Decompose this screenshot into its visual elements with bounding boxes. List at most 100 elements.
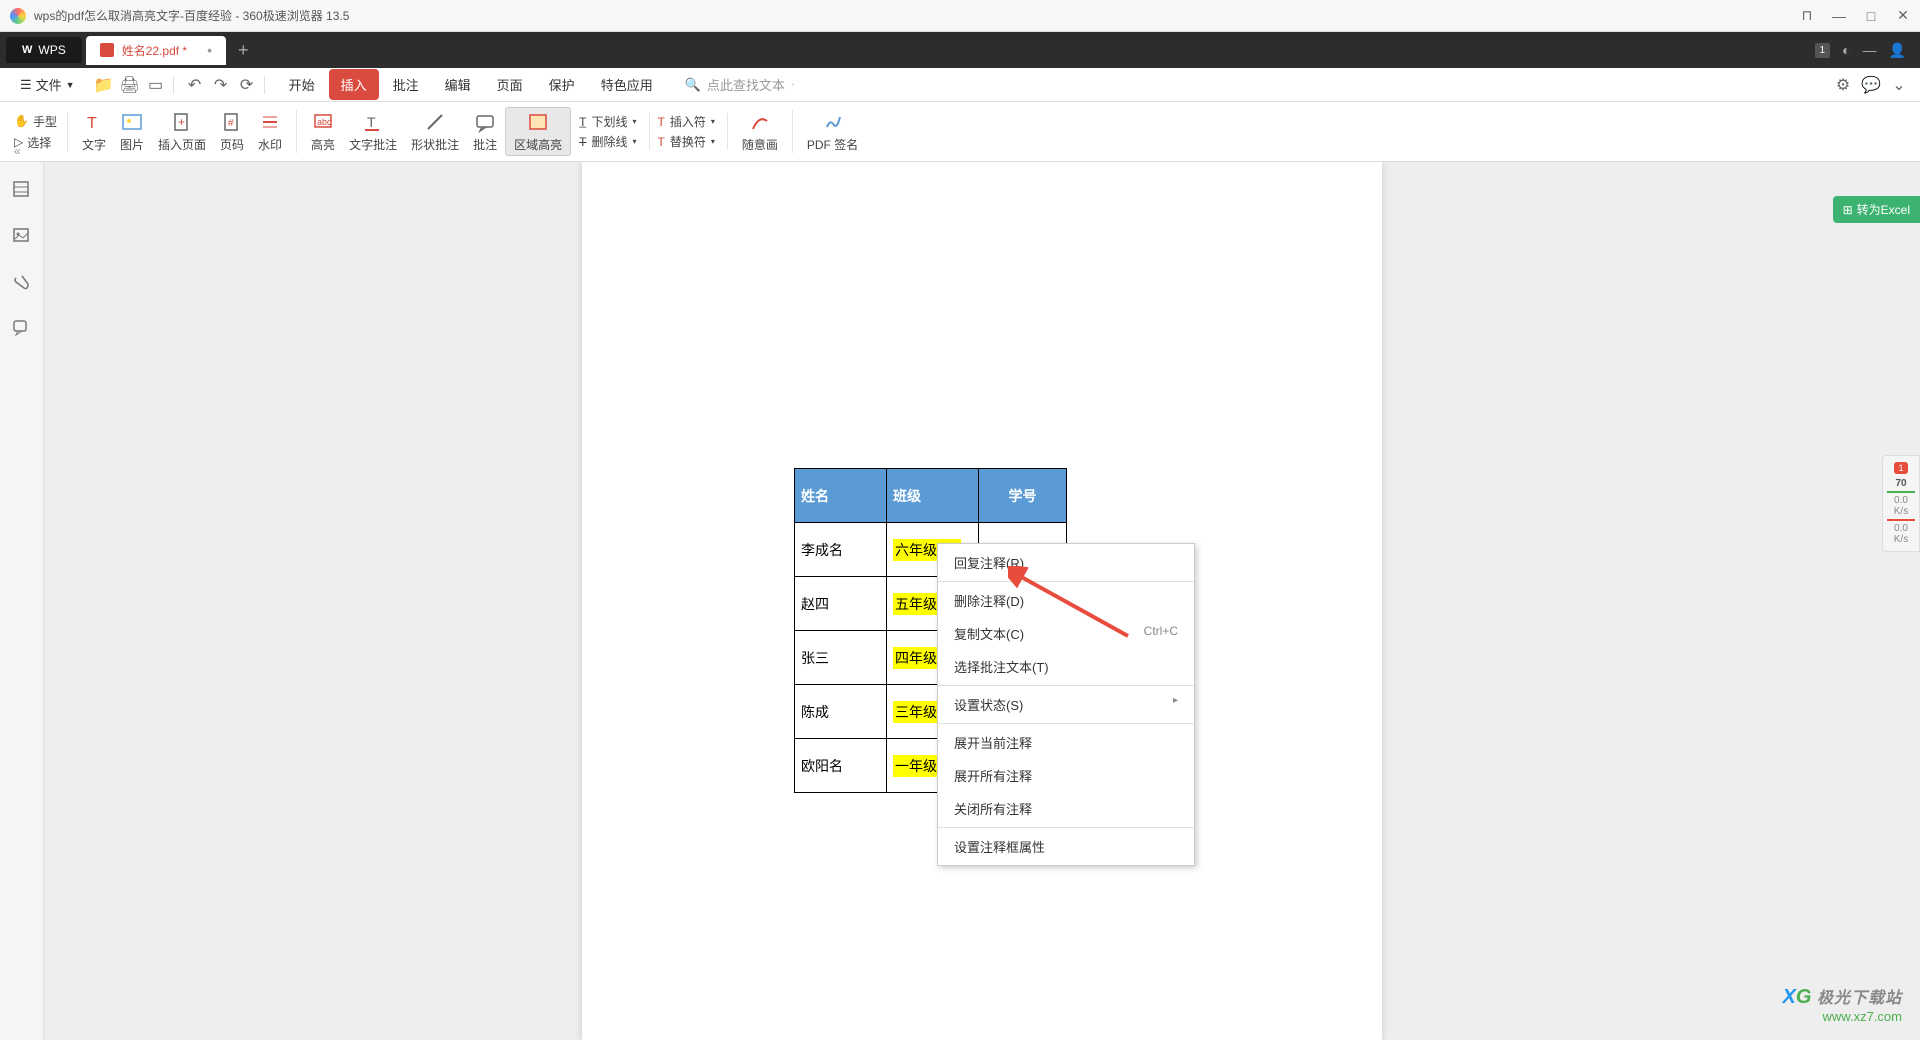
convert-to-excel-button[interactable]: ⊞ 转为Excel bbox=[1833, 196, 1920, 223]
ribbon-page-num[interactable]: # 页码 bbox=[214, 110, 250, 153]
ctx-select-text[interactable]: 选择批注文本(T) bbox=[938, 650, 1194, 683]
page-num-icon: # bbox=[220, 110, 244, 134]
more-icon[interactable]: ⌄ bbox=[1890, 76, 1908, 94]
document-canvas[interactable]: 姓名 班级 学号 李成名 六年级1班 28405563 赵四 五年级3 张三 四… bbox=[44, 162, 1920, 1040]
ribbon-line-tools: T̲下划线▾ T删除线▾ bbox=[579, 113, 649, 150]
wps-tabbar: W WPS 姓名22.pdf * • + 1 ◐ — 👤 bbox=[0, 32, 1920, 68]
excel-icon: ⊞ bbox=[1843, 203, 1853, 217]
wps-menubar: ☰文件▼ 📁 🖨 ▭ ↶ ↷ ⟳ 开始 插入 批注 编辑 页面 保护 特色应用 … bbox=[0, 68, 1920, 102]
header-name: 姓名 bbox=[795, 469, 887, 523]
ribbon-text-annot[interactable]: T 文字批注 bbox=[343, 110, 403, 153]
strikethrough-tool[interactable]: T删除线▾ bbox=[579, 133, 636, 150]
tab-close-icon[interactable]: • bbox=[207, 42, 212, 58]
pdf-sign-icon bbox=[821, 110, 845, 134]
ctx-separator bbox=[938, 685, 1194, 686]
browser-maximize-icon[interactable]: □ bbox=[1864, 9, 1878, 23]
wps-home-tab[interactable]: W WPS bbox=[6, 37, 82, 63]
ribbon-text[interactable]: T 文字 bbox=[76, 110, 112, 153]
svg-text:#: # bbox=[228, 118, 234, 129]
replace-char-tool[interactable]: T替换符▾ bbox=[658, 133, 715, 150]
speed-badge: 1 bbox=[1894, 462, 1907, 474]
wps-tabbar-right: 1 ◐ — 👤 bbox=[1815, 42, 1920, 59]
settings-icon[interactable]: ⚙ bbox=[1834, 76, 1852, 94]
header-id: 学号 bbox=[979, 469, 1067, 523]
browser-close-icon[interactable]: ✕ bbox=[1896, 9, 1910, 23]
annotations-panel-icon[interactable] bbox=[12, 318, 32, 338]
highlight-icon: abc bbox=[311, 110, 335, 134]
ribbon-annot[interactable]: 批注 bbox=[467, 110, 503, 153]
tab-protect[interactable]: 保护 bbox=[537, 69, 587, 100]
ctx-set-status[interactable]: 设置状态(S)▸ bbox=[938, 688, 1194, 721]
ctx-separator bbox=[938, 827, 1194, 828]
ctx-expand-current[interactable]: 展开当前注释 bbox=[938, 726, 1194, 759]
watermark-url: www.xz7.com bbox=[1783, 1009, 1902, 1024]
area-highlight-icon bbox=[526, 110, 550, 134]
ribbon-pdf-sign[interactable]: PDF 签名 bbox=[801, 110, 864, 153]
insert-char-tool[interactable]: T插入符▾ bbox=[658, 113, 715, 130]
undo-icon[interactable]: ↶ bbox=[186, 76, 204, 94]
attachments-icon[interactable] bbox=[12, 272, 32, 292]
tab-annotation[interactable]: 批注 bbox=[381, 69, 431, 100]
watermark-logo: XG 极光下载站 bbox=[1783, 984, 1902, 1009]
thumbnails-icon[interactable] bbox=[12, 180, 32, 200]
browser-pin-icon[interactable]: ⊓ bbox=[1800, 9, 1814, 23]
text-icon: T bbox=[82, 110, 106, 134]
sidebar-collapse-icon[interactable]: « bbox=[14, 144, 21, 158]
underline-tool[interactable]: T̲下划线▾ bbox=[579, 113, 636, 130]
ctx-expand-all[interactable]: 展开所有注释 bbox=[938, 759, 1194, 792]
annot-icon bbox=[473, 110, 497, 134]
search-placeholder: 点此查找文本 bbox=[707, 75, 785, 94]
notification-badge[interactable]: 1 bbox=[1815, 43, 1831, 58]
quick-access-toolbar: 📁 🖨 ▭ bbox=[87, 76, 174, 94]
minimize-app-icon[interactable]: — bbox=[1863, 42, 1877, 58]
ctx-close-all[interactable]: 关闭所有注释 bbox=[938, 792, 1194, 825]
ribbon-watermark[interactable]: 水印 bbox=[252, 110, 297, 153]
save-icon[interactable]: 🖨 bbox=[121, 76, 139, 94]
chat-icon[interactable]: 💬 bbox=[1862, 76, 1880, 94]
bookmarks-icon[interactable] bbox=[12, 226, 32, 246]
tab-page[interactable]: 页面 bbox=[485, 69, 535, 100]
pdf-file-icon bbox=[100, 43, 114, 57]
ctx-delete[interactable]: 删除注释(D) bbox=[938, 584, 1194, 617]
browser-minimize-icon[interactable]: — bbox=[1832, 9, 1846, 23]
ribbon-freehand[interactable]: 随意画 bbox=[736, 110, 793, 153]
pdf-page: 姓名 班级 学号 李成名 六年级1班 28405563 赵四 五年级3 张三 四… bbox=[582, 162, 1382, 1040]
network-speed-widget[interactable]: 1 70 0.0 K/s 0.0 K/s bbox=[1882, 455, 1920, 552]
tab-edit[interactable]: 编辑 bbox=[433, 69, 483, 100]
redo-icon[interactable]: ↷ bbox=[212, 76, 230, 94]
file-menu[interactable]: ☰文件▼ bbox=[12, 71, 83, 98]
ctx-reply[interactable]: 回复注释(R) bbox=[938, 546, 1194, 579]
context-menu: 回复注释(R) 删除注释(D) 复制文本(C)Ctrl+C 选择批注文本(T) … bbox=[937, 543, 1195, 866]
ribbon-shape-annot[interactable]: 形状批注 bbox=[405, 110, 465, 153]
tab-special[interactable]: 特色应用 bbox=[589, 69, 665, 100]
svg-text:T: T bbox=[87, 115, 97, 132]
wps-document-tab[interactable]: 姓名22.pdf * • bbox=[86, 36, 226, 65]
refresh-icon[interactable]: ⟳ bbox=[238, 76, 256, 94]
print-icon[interactable]: ▭ bbox=[147, 76, 165, 94]
ribbon-highlight[interactable]: abc 高亮 bbox=[305, 110, 341, 153]
ribbon-image[interactable]: 图片 bbox=[114, 110, 150, 153]
hand-tool[interactable]: ✋手型 bbox=[14, 113, 57, 130]
user-icon[interactable]: 👤 bbox=[1889, 42, 1906, 59]
ribbon-tabs: 开始 插入 批注 编辑 页面 保护 特色应用 bbox=[277, 69, 665, 100]
tab-insert[interactable]: 插入 bbox=[329, 69, 379, 100]
open-icon[interactable]: 📁 bbox=[95, 76, 113, 94]
wps-ribbon: ✋手型 ▷选择 T 文字 图片 + 插入页面 # 页码 水印 abc 高亮 T … bbox=[0, 102, 1920, 162]
new-tab-button[interactable]: + bbox=[238, 40, 249, 61]
svg-text:abc: abc bbox=[317, 117, 332, 127]
submenu-arrow-icon: ▸ bbox=[1173, 695, 1178, 714]
ribbon-tool-mode: ✋手型 ▷选择 bbox=[14, 113, 68, 151]
site-watermark: XG 极光下载站 www.xz7.com bbox=[1783, 984, 1902, 1024]
ribbon-insert-page[interactable]: + 插入页面 bbox=[152, 110, 212, 153]
tab-start[interactable]: 开始 bbox=[277, 69, 327, 100]
browser-titlebar: wps的pdf怎么取消高亮文字-百度经验 - 360极速浏览器 13.5 ⊓ —… bbox=[0, 0, 1920, 32]
insert-page-icon: + bbox=[170, 110, 194, 134]
ribbon-area-highlight[interactable]: 区域高亮 bbox=[505, 107, 571, 156]
ctx-properties[interactable]: 设置注释框属性 bbox=[938, 830, 1194, 863]
theme-icon[interactable]: ◐ bbox=[1842, 42, 1850, 58]
browser-window-controls: ⊓ — □ ✕ bbox=[1800, 9, 1910, 23]
table-header-row: 姓名 班级 学号 bbox=[795, 469, 1067, 523]
search-box[interactable]: 🔍 点此查找文本 ▼ bbox=[685, 75, 795, 94]
text-annot-icon: T bbox=[361, 110, 385, 134]
ctx-copy[interactable]: 复制文本(C)Ctrl+C bbox=[938, 617, 1194, 650]
